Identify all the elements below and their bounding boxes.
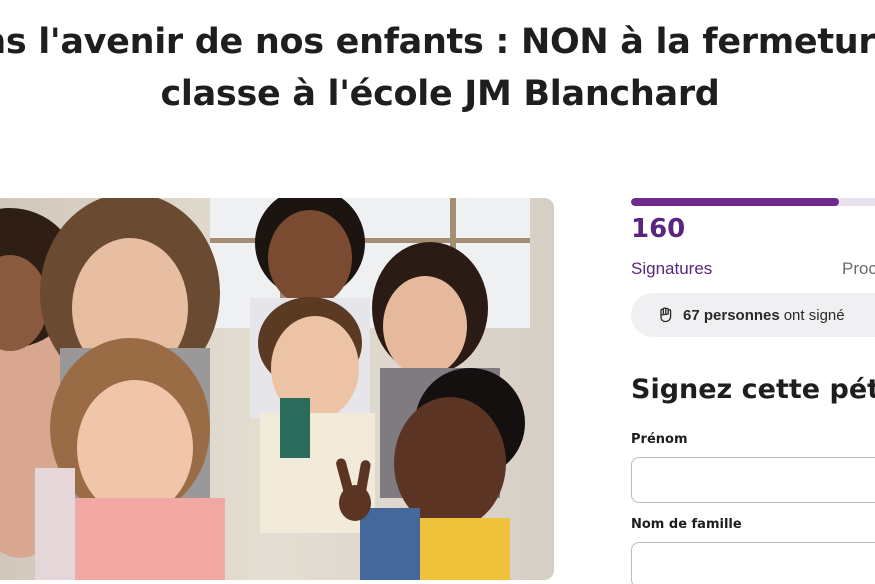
recent-signers-badge: 67 personnes ont signé (631, 293, 875, 337)
signature-progress-bar (631, 198, 875, 206)
recent-signers-text: ont signé (783, 306, 845, 324)
signature-label: Signatures (631, 259, 713, 278)
petition-title-line-2: classe à l'école JM Blanchard (160, 74, 720, 114)
hand-icon (657, 306, 675, 324)
petition-title: ns l'avenir de nos enfants : NON à la fe… (0, 16, 875, 120)
last-name-label: Nom de famille (631, 517, 742, 532)
petition-photo (0, 198, 554, 580)
first-name-field[interactable] (631, 457, 875, 503)
sign-form-title: Signez cette pétit (631, 374, 875, 405)
recent-signers-count: 67 personnes (683, 306, 780, 324)
goal-label: Proc (842, 259, 875, 278)
last-name-field[interactable] (631, 542, 875, 584)
signature-progress-fill (631, 198, 839, 206)
petition-title-line-1: ns l'avenir de nos enfants : NON à la fe… (0, 22, 875, 62)
signature-count: 160 (631, 214, 686, 244)
first-name-label: Prénom (631, 432, 688, 447)
petition-page: ns l'avenir de nos enfants : NON à la fe… (0, 0, 875, 584)
